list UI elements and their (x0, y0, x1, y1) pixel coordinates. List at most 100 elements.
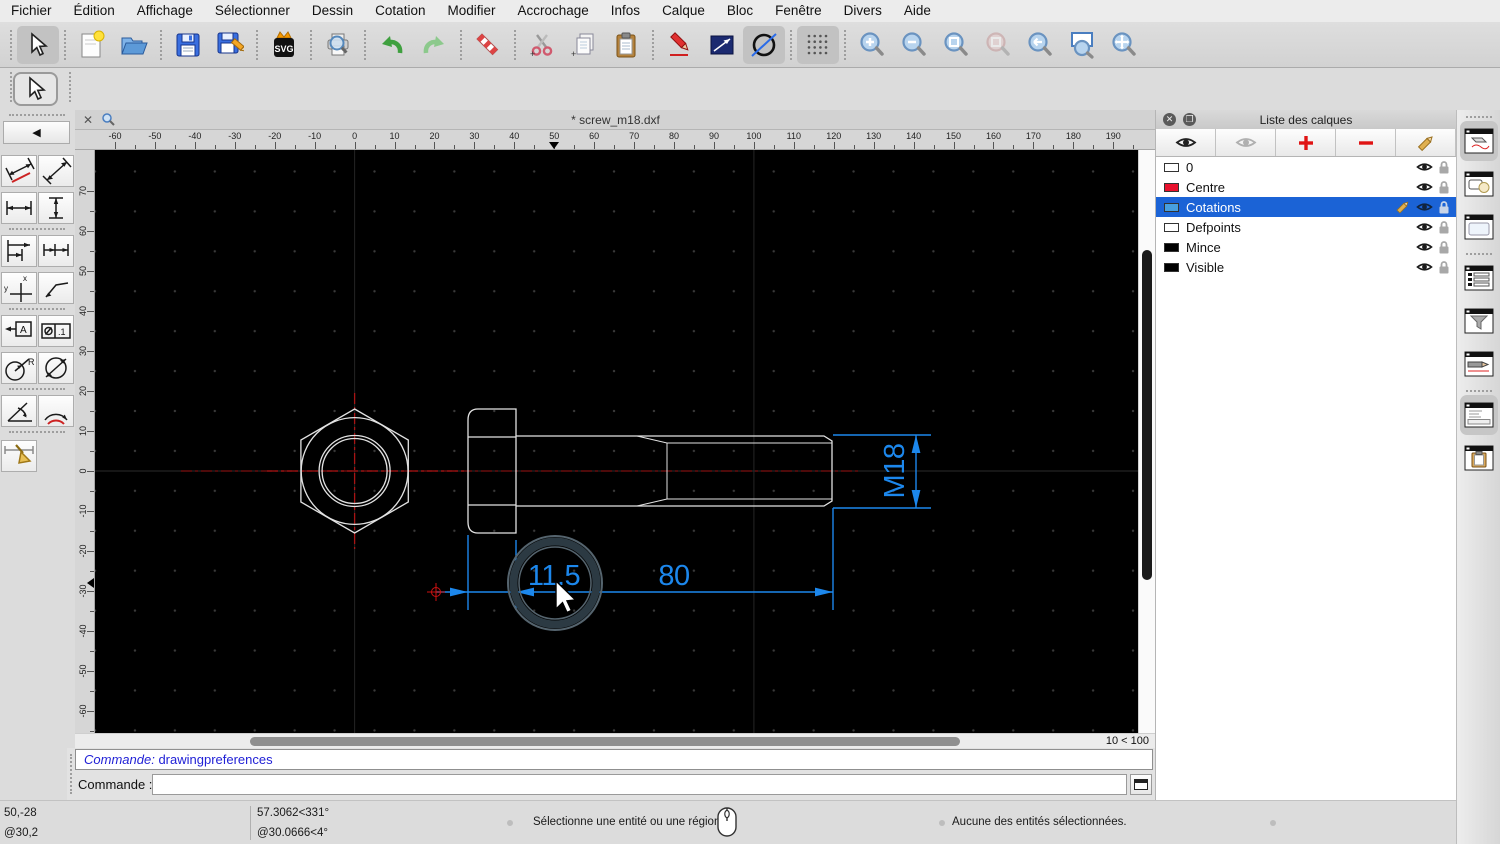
dim-label-button[interactable]: A (1, 315, 37, 347)
close-document-icon[interactable]: ✕ (81, 113, 95, 127)
save-file-button[interactable] (167, 26, 209, 64)
menu-item-infos[interactable]: Infos (600, 0, 651, 22)
dim-horizontal-button[interactable] (1, 192, 37, 224)
edit-layer-button[interactable] (1396, 129, 1456, 156)
dim-value-length[interactable]: 80 (658, 560, 690, 592)
zoom-previous-button[interactable] (1019, 26, 1061, 64)
undo-button[interactable] (371, 26, 413, 64)
menu-item-cotation[interactable]: Cotation (364, 0, 436, 22)
layer-lock-icon[interactable] (1438, 160, 1450, 175)
dim-linear-angled-button[interactable] (38, 155, 74, 187)
vertical-scrollbar-thumb[interactable] (1142, 250, 1152, 580)
layer-row-defpoints[interactable]: Defpoints (1156, 217, 1456, 237)
toolbar-handle[interactable] (160, 29, 162, 60)
layer-lock-icon[interactable] (1438, 240, 1450, 255)
menu-item-aide[interactable]: Aide (893, 0, 942, 22)
layer-row-0[interactable]: 0 (1156, 157, 1456, 177)
toolbar-handle[interactable] (460, 29, 462, 60)
menu-item-affichage[interactable]: Affichage (126, 0, 204, 22)
dim-radial-button[interactable]: R (1, 352, 37, 384)
horizontal-scrollbar-thumb[interactable] (250, 737, 960, 746)
pen-palette-dock-button[interactable] (1460, 344, 1498, 384)
layer-visibility-icon[interactable] (1416, 201, 1433, 213)
zoom-window-button[interactable] (1061, 26, 1103, 64)
dim-value-head[interactable]: 11.5 (528, 560, 581, 592)
layer-lock-icon[interactable] (1438, 180, 1450, 195)
select-tool-button[interactable] (13, 72, 58, 106)
toolbar-handle[interactable] (64, 29, 66, 60)
layer-row-centre[interactable]: Centre (1156, 177, 1456, 197)
copy-button[interactable]: + (563, 26, 605, 64)
dock-handle[interactable] (1465, 116, 1492, 118)
zoom-out-button[interactable] (893, 26, 935, 64)
toolbar-handle[interactable] (310, 29, 312, 60)
toolbar-handle[interactable] (10, 29, 12, 60)
dock-handle[interactable] (70, 754, 72, 794)
export-svg-button[interactable]: SVG (263, 26, 305, 64)
selection-filter-dock-button[interactable] (1460, 301, 1498, 341)
vertical-scrollbar[interactable] (1138, 150, 1155, 733)
toolbar-handle[interactable] (844, 29, 846, 60)
dim-arc-button[interactable] (38, 395, 74, 427)
layer-lock-icon[interactable] (1438, 220, 1450, 235)
layer-lock-icon[interactable] (1438, 200, 1450, 215)
toolbar-handle[interactable] (256, 29, 258, 60)
layer-row-cotations[interactable]: Cotations (1156, 197, 1456, 217)
dim-value-thread[interactable]: M18 (879, 444, 911, 499)
dock-handle[interactable] (10, 72, 12, 102)
drawing-canvas[interactable]: 11.5 80 M18 (95, 150, 1138, 733)
cut-button[interactable]: + (521, 26, 563, 64)
menu-item-calque[interactable]: Calque (651, 0, 716, 22)
dim-clean-button[interactable] (1, 440, 37, 472)
dim-aligned-button[interactable] (1, 155, 37, 187)
toolbar-handle[interactable] (514, 29, 516, 60)
new-file-button[interactable] (71, 26, 113, 64)
open-file-button[interactable] (113, 26, 155, 64)
toolbar-handle[interactable] (364, 29, 366, 60)
clipboard-dock-button[interactable] (1460, 438, 1498, 478)
layer-visibility-icon[interactable] (1416, 261, 1433, 273)
line-tool-button[interactable] (701, 26, 743, 64)
back-button[interactable]: ◀ (3, 121, 70, 144)
dim-angular-button[interactable] (1, 395, 37, 427)
paste-button[interactable] (605, 26, 647, 64)
menu-item-divers[interactable]: Divers (833, 0, 893, 22)
dim-vertical-button[interactable] (38, 192, 74, 224)
undock-panel-icon[interactable]: ❐ (1183, 113, 1196, 126)
toolbar-handle[interactable] (652, 29, 654, 60)
print-preview-button[interactable] (317, 26, 359, 64)
layer-visibility-icon[interactable] (1416, 241, 1433, 253)
redo-button[interactable] (413, 26, 455, 64)
command-input[interactable] (152, 774, 1127, 795)
dim-ordinate-button[interactable]: xy (1, 272, 37, 304)
horizontal-scrollbar[interactable]: 10 < 100 (75, 733, 1155, 748)
layer-visibility-icon[interactable] (1416, 181, 1433, 193)
zoom-auto-button[interactable] (935, 26, 977, 64)
layer-visibility-icon[interactable] (1416, 161, 1433, 173)
menu-item-fentre[interactable]: Fenêtre (764, 0, 833, 22)
menu-item-slectionner[interactable]: Sélectionner (204, 0, 301, 22)
command-line-dock-button[interactable] (1459, 395, 1498, 435)
menu-item-dessin[interactable]: Dessin (301, 0, 364, 22)
select-arrow-button[interactable] (17, 25, 59, 64)
zoom-in-button[interactable] (851, 26, 893, 64)
dim-leader-button[interactable] (38, 272, 74, 304)
dock-handle[interactable] (9, 114, 65, 116)
entity-list-dock-button[interactable] (1460, 258, 1498, 298)
close-panel-icon[interactable]: ✕ (1163, 113, 1176, 126)
draw-pen-button[interactable] (659, 26, 701, 64)
library-browser-dock-button[interactable] (1460, 207, 1498, 247)
layer-lock-icon[interactable] (1438, 260, 1450, 275)
add-layer-button[interactable] (1276, 129, 1336, 156)
pen-settings-dock-button[interactable] (1459, 121, 1498, 161)
layer-row-visible[interactable]: Visible (1156, 257, 1456, 277)
ellipse-tool-button[interactable] (743, 25, 785, 64)
remove-layer-button[interactable] (1336, 129, 1396, 156)
menu-item-modifier[interactable]: Modifier (436, 0, 506, 22)
toolbar-handle[interactable] (790, 29, 792, 60)
zoom-selection-button[interactable] (977, 26, 1019, 64)
menu-item-accrochage[interactable]: Accrochage (506, 0, 599, 22)
snap-grid-button[interactable] (797, 25, 839, 64)
layer-visibility-icon[interactable] (1416, 221, 1433, 233)
save-file-as-button[interactable] (209, 26, 251, 64)
